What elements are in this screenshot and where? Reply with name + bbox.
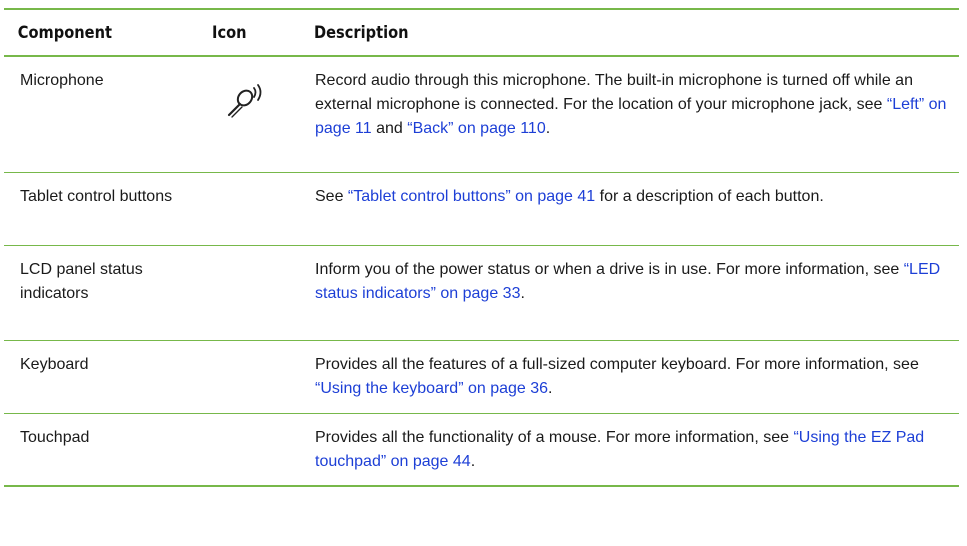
icon-cell (212, 413, 314, 486)
link-back-page-110[interactable]: “Back” on page 110 (407, 120, 545, 137)
microphone-icon (227, 84, 262, 118)
link-using-the-keyboard[interactable]: “Using the keyboard” on page 36 (315, 380, 548, 397)
icon-cell (212, 172, 314, 245)
link-tablet-control-buttons[interactable]: “Tablet control buttons” on page 41 (348, 188, 595, 205)
description-text: . (470, 452, 476, 470)
table-row: Tablet control buttons See “Tablet contr… (4, 172, 959, 245)
icon-cell (212, 245, 314, 340)
component-name: Microphone (20, 72, 104, 89)
component-description: Record audio through this microphone. Th… (314, 56, 959, 172)
description-text: Inform you of the power status or when a… (315, 260, 904, 278)
table-row: LCD panel status indicators Inform you o… (4, 245, 959, 340)
table-row: Keyboard Provides all the features of a … (4, 340, 959, 413)
component-name: Tablet control buttons (20, 187, 173, 205)
description-text: See (315, 187, 348, 205)
component-name: Touchpad (20, 428, 90, 446)
header-icon: Icon (212, 22, 247, 43)
icon-cell (212, 340, 314, 413)
component-table: Component Icon Description Microphone Re… (4, 8, 959, 487)
component-description: See “Tablet control buttons” on page 41 … (314, 172, 959, 245)
description-text: Provides all the functionality of a mous… (315, 428, 794, 446)
table-row: Microphone Record audio through this mic… (4, 56, 959, 172)
description-text: Record audio through this microphone. Th… (315, 72, 913, 113)
header-description: Description (314, 22, 409, 43)
icon-cell (212, 56, 314, 172)
component-table-container: Component Icon Description Microphone Re… (4, 8, 959, 487)
description-text: . (548, 379, 553, 397)
table-header-row: Component Icon Description (4, 9, 959, 56)
description-text: Provides all the features of a full-size… (315, 355, 919, 373)
component-description: Inform you of the power status or when a… (314, 245, 959, 340)
component-name: LCD panel status indicators (20, 260, 143, 302)
header-component: Component (17, 22, 113, 43)
component-description: Provides all the features of a full-size… (314, 340, 959, 413)
component-description: Provides all the functionality of a mous… (314, 413, 959, 486)
description-text: for a description of each button. (595, 187, 824, 205)
table-row: Touchpad Provides all the functionality … (4, 413, 959, 486)
description-text: . (520, 284, 525, 302)
component-name: Keyboard (20, 355, 89, 373)
description-text: and (371, 120, 408, 137)
description-text: . (545, 120, 551, 137)
